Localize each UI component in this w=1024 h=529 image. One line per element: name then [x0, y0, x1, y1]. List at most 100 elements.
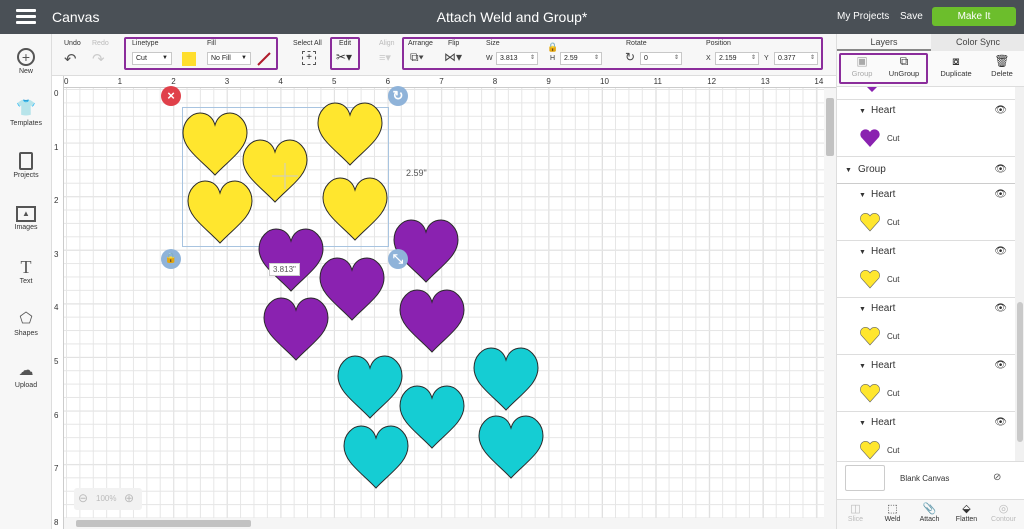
blank-canvas-label: Blank Canvas [900, 474, 950, 483]
rotate-handle-icon[interactable]: ↻ [388, 86, 408, 106]
ruler-left-label: 4 [54, 303, 59, 313]
layer-row[interactable]: ▼ Heart 👁 Cut [837, 355, 1015, 412]
select-all-icon[interactable]: + [302, 51, 316, 65]
no-fill-icon[interactable] [256, 51, 272, 67]
redo-icon[interactable]: ↷ [92, 50, 105, 68]
width-field[interactable]: 3.813 ⇕ [496, 52, 538, 65]
height-label: H [550, 55, 556, 62]
zoom-out-icon[interactable]: ⊖ [78, 491, 88, 505]
lock-icon[interactable]: 🔒 [547, 42, 558, 53]
redo-label: Redo [92, 40, 109, 47]
color-swatch[interactable] [182, 52, 196, 66]
menu-icon[interactable] [16, 9, 36, 25]
caret-down-icon[interactable]: ▼ [859, 420, 866, 427]
height-field[interactable]: 2.59 ⇕ [560, 52, 602, 65]
caret-down-icon[interactable]: ▼ [859, 108, 866, 115]
eye-icon[interactable]: 👁 [994, 105, 1007, 116]
caret-down-icon[interactable]: ▼ [845, 167, 852, 174]
blank-canvas-row[interactable]: Blank Canvas ⊘ [837, 461, 1024, 499]
eye-icon[interactable]: 👁 [994, 246, 1007, 257]
layer-row[interactable]: ▼ Heart 👁 Cut [837, 412, 1015, 461]
ruler-top-label: 13 [760, 77, 770, 86]
attach-button[interactable]: 📎 Attach [911, 502, 948, 523]
width-label: W [486, 55, 493, 62]
eye-icon[interactable]: 👁 [994, 360, 1007, 371]
scale-handle-icon[interactable]: ⤡ [388, 249, 408, 269]
lock-handle-icon[interactable]: 🔒 [161, 249, 181, 269]
weld-button[interactable]: ⬚ Weld [874, 502, 911, 523]
eye-hidden-icon[interactable]: ⊘ [993, 472, 1001, 483]
flatten-button[interactable]: ⬙ Flatten [948, 502, 985, 523]
canvas-scroll-thumb-horizontal[interactable] [76, 520, 251, 527]
rotate-icon: ↻ [625, 50, 636, 64]
layer-row[interactable]: ▼ Heart 👁 Cut [837, 100, 1015, 157]
eye-icon[interactable]: 👁 [994, 303, 1007, 314]
my-projects-link[interactable]: My Projects [837, 11, 889, 22]
design-canvas[interactable] [52, 76, 836, 529]
x-field[interactable]: 2.159 ⇕ [715, 52, 759, 65]
heart-icon [867, 87, 877, 92]
layers-panel: Layers Color Sync ▣ Group ⧉ UnGroup ⧇ Dupli… [836, 34, 1024, 529]
ruler-top-label: 7 [439, 77, 444, 86]
undo-icon[interactable]: ↶ [64, 50, 77, 68]
slice-label: Slice [847, 516, 864, 523]
nav-images[interactable]: ▲ Images [0, 206, 52, 231]
tab-layers[interactable]: Layers [837, 34, 931, 51]
align-icon[interactable]: ≡▾ [379, 51, 391, 64]
ruler-top-label: 2 [171, 77, 176, 86]
layer-row-partial [837, 87, 1015, 100]
group-button[interactable]: ▣ Group [839, 53, 885, 85]
eye-icon[interactable]: 👁 [994, 164, 1007, 175]
layer-name: Heart [871, 105, 896, 116]
stepper-icon[interactable]: ⇕ [594, 53, 599, 64]
heart-icon [860, 384, 880, 403]
arrange-icon[interactable]: ⧉▾ [410, 50, 424, 65]
nav-templates[interactable]: 👕 Templates [0, 100, 52, 127]
eye-icon[interactable]: 👁 [994, 417, 1007, 428]
stepper-icon[interactable]: ⇕ [530, 53, 535, 64]
eye-icon[interactable]: 👁 [994, 189, 1007, 200]
select-all-label: Select All [293, 40, 322, 47]
fill-select[interactable]: No Fill ▼ [207, 52, 251, 65]
zoom-in-icon[interactable]: ⊕ [124, 491, 134, 505]
make-it-button[interactable]: Make It [932, 7, 1016, 26]
rotate-field[interactable]: 0 ⇕ [640, 52, 682, 65]
panel-scroll-thumb[interactable] [1017, 302, 1023, 442]
linetype-select[interactable]: Cut ▼ [132, 52, 172, 65]
duplicate-icon: ⧇ [952, 54, 960, 68]
projects-icon [19, 152, 33, 170]
stepper-icon[interactable]: ⇕ [751, 53, 756, 64]
caret-down-icon[interactable]: ▼ [859, 363, 866, 370]
layer-row[interactable]: ▼ Heart 👁 Cut [837, 298, 1015, 355]
save-button[interactable]: Save [900, 11, 923, 22]
delete-handle-icon[interactable]: × [161, 86, 181, 106]
scissors-icon[interactable]: ✂▾ [336, 50, 352, 64]
position-label: Position [706, 40, 731, 47]
slice-button[interactable]: ◫ Slice [837, 502, 874, 523]
nav-new[interactable]: + New [0, 48, 52, 75]
caret-down-icon[interactable]: ▼ [859, 249, 866, 256]
canvas-scroll-thumb-vertical[interactable] [826, 98, 834, 156]
nav-shapes[interactable]: ⬠ Shapes [0, 310, 52, 337]
attach-label: Attach [919, 516, 940, 523]
group-row[interactable]: ▼ Group 👁 [837, 157, 1015, 184]
layer-row[interactable]: ▼ Heart 👁 Cut [837, 241, 1015, 298]
ruler-top-label: 3 [224, 77, 230, 86]
y-field[interactable]: 0.377 ⇕ [774, 52, 818, 65]
duplicate-button[interactable]: ⧇ Duplicate [933, 53, 979, 85]
selection-bounding-box[interactable] [182, 107, 389, 247]
nav-upload[interactable]: ☁ Upload [0, 362, 52, 389]
stepper-icon[interactable]: ⇕ [674, 53, 679, 64]
flip-icon[interactable]: ⋈▾ [444, 50, 462, 64]
nav-projects[interactable]: Projects [0, 152, 52, 179]
caret-down-icon[interactable]: ▼ [859, 306, 866, 313]
ungroup-button[interactable]: ⧉ UnGroup [881, 53, 927, 85]
delete-button[interactable]: 🗑 Delete [979, 53, 1024, 85]
layer-row[interactable]: ▼ Heart 👁 Cut [837, 184, 1015, 241]
contour-button[interactable]: ◎ Contour [985, 502, 1022, 523]
caret-down-icon[interactable]: ▼ [859, 192, 866, 199]
stepper-icon[interactable]: ⇕ [810, 53, 815, 64]
blank-canvas-swatch[interactable] [845, 465, 885, 491]
tab-color-sync[interactable]: Color Sync [931, 34, 1024, 51]
nav-text[interactable]: T Text [0, 258, 52, 285]
